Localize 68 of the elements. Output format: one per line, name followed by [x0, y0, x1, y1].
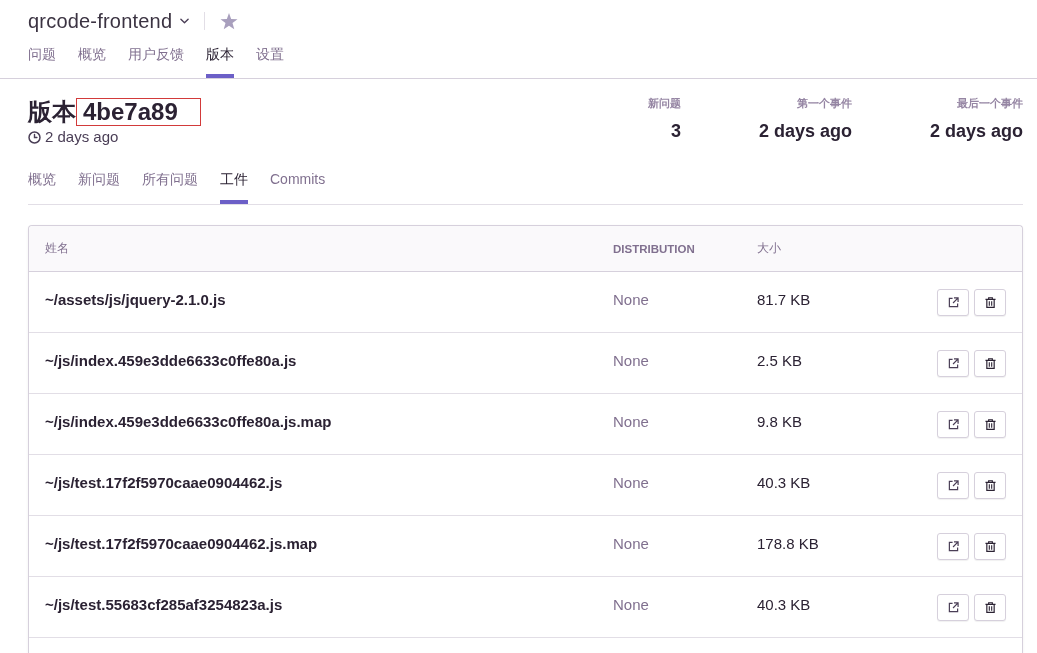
stat-value: 2 days ago	[757, 120, 852, 143]
distribution-cell: None	[613, 596, 649, 613]
open-button[interactable]	[937, 288, 969, 316]
open-button[interactable]	[937, 410, 969, 438]
file-name-cell: ~/js/index.459e3dde6633c0ffe80a.js.map	[45, 413, 332, 430]
distribution-cell: None	[613, 535, 649, 552]
stat-label: 第一个事件	[796, 96, 852, 111]
trash-icon	[984, 540, 996, 552]
delete-button[interactable]	[974, 410, 1006, 438]
sub-tab[interactable]: 工件	[220, 169, 248, 204]
trash-icon	[984, 357, 996, 369]
size-cell: 178.8 KB	[757, 535, 819, 552]
size-cell: 40.3 KB	[757, 474, 811, 491]
external-link-icon	[947, 479, 959, 491]
column-header: 姓名	[45, 240, 69, 257]
stat-label: 最后一个事件	[956, 96, 1023, 111]
sub-tab[interactable]: 新问题	[78, 169, 120, 204]
trash-icon	[984, 296, 996, 308]
external-link-icon	[947, 296, 959, 308]
nav-tab[interactable]: 设置	[256, 44, 284, 78]
column-header: 大小	[757, 240, 781, 257]
trash-icon	[984, 479, 996, 491]
sub-tab[interactable]: 概览	[28, 169, 56, 204]
open-button[interactable]	[937, 471, 969, 499]
release-date: 2 days ago	[45, 127, 119, 147]
external-link-icon	[947, 418, 959, 430]
delete-button[interactable]	[974, 532, 1006, 560]
delete-button[interactable]	[974, 471, 1006, 499]
external-link-icon	[947, 601, 959, 613]
file-name-cell: ~/assets/js/jquery-2.1.0.js	[45, 291, 226, 308]
open-button[interactable]	[937, 593, 969, 621]
trash-icon	[984, 601, 996, 613]
project-name[interactable]: qrcode-frontend	[28, 9, 173, 33]
release-title-label: 版本	[28, 98, 76, 126]
release-version: 4be7a89	[76, 98, 201, 126]
file-name-cell: ~/js/index.459e3dde6633c0ffe80a.js	[45, 352, 297, 369]
clock-icon	[28, 130, 41, 144]
stat-label: 新问题	[647, 96, 681, 111]
external-link-icon	[947, 540, 959, 552]
delete-button[interactable]	[974, 349, 1006, 377]
trash-icon	[984, 418, 996, 430]
distribution-cell: None	[613, 352, 649, 369]
stat-value: 2 days ago	[928, 120, 1023, 143]
nav-tab[interactable]: 概览	[78, 44, 106, 78]
open-button[interactable]	[937, 532, 969, 560]
delete-button[interactable]	[974, 288, 1006, 316]
nav-tab[interactable]: 版本	[206, 44, 234, 78]
nav-tab[interactable]: 用户反馈	[128, 44, 184, 78]
file-name-cell: ~/js/test.55683cf285af3254823a.js	[45, 596, 283, 613]
delete-button[interactable]	[974, 593, 1006, 621]
star-icon[interactable]	[220, 12, 239, 30]
stat-value: 3	[670, 120, 681, 143]
sub-tab[interactable]: 所有问题	[142, 169, 198, 204]
external-link-icon	[947, 357, 959, 369]
size-cell: 9.8 KB	[757, 413, 803, 430]
file-name-cell: ~/js/test.17f2f5970caae0904462.js.map	[45, 535, 318, 552]
distribution-cell: None	[613, 291, 649, 308]
distribution-cell: None	[613, 474, 649, 491]
sub-tab[interactable]: Commits	[270, 169, 326, 204]
nav-tab[interactable]: 问题	[28, 44, 56, 78]
open-button[interactable]	[937, 349, 969, 377]
file-name-cell: ~/js/test.17f2f5970caae0904462.js	[45, 474, 283, 491]
distribution-cell: None	[613, 413, 649, 430]
column-header: DISTRIBUTION	[613, 242, 695, 255]
size-cell: 40.3 KB	[757, 596, 811, 613]
size-cell: 81.7 KB	[757, 291, 811, 308]
chevron-down-icon[interactable]	[180, 18, 190, 24]
size-cell: 2.5 KB	[757, 352, 803, 369]
